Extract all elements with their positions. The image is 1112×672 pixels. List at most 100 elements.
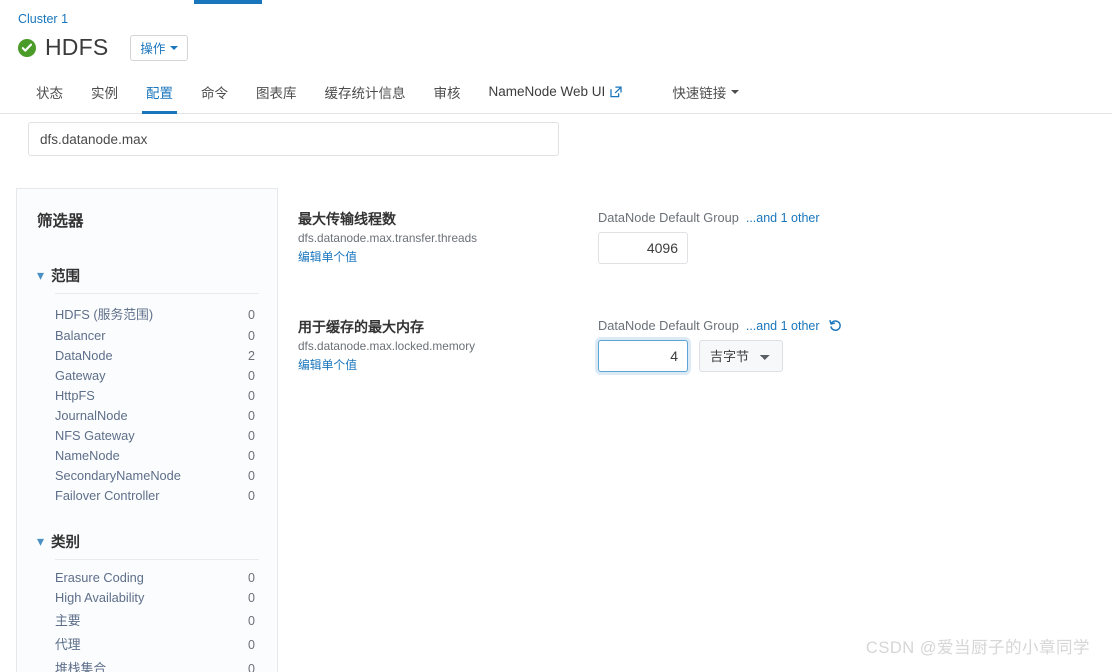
facet-count: 0 [248,328,255,343]
tab-audits-label: 审核 [433,85,461,101]
undo-circle-icon[interactable] [828,319,842,332]
list-item[interactable]: 堆栈集合 0 [37,655,259,672]
config-group-name: DataNode Default Group [598,318,739,333]
facet-label: NameNode [55,447,120,463]
edit-individual-values-link[interactable]: 编辑单个值 [298,356,357,373]
divider [55,293,259,294]
config-group-line: DataNode Default Group ...and 1 other [598,210,820,225]
filter-sidebar: 筛选器 ▾ 范围 HDFS (服务范围) 0 Balancer 0 DataNo… [16,188,278,672]
filter-section-category-title: 类别 [51,535,81,551]
tab-instances-label: 实例 [91,85,118,101]
facet-label: Erasure Coding [55,569,144,585]
chevron-down-icon: ▾ [37,532,45,549]
tab-quick-links[interactable]: 快速链接 [658,70,753,113]
search-input[interactable] [28,122,559,156]
top-nav-active-indicator [194,0,262,4]
config-group-name: DataNode Default Group [598,210,739,225]
service-title-row: HDFS 操作 [18,34,1112,61]
service-header: Cluster 1 HDFS 操作 [0,8,1112,70]
config-group-other-link[interactable]: ...and 1 other [746,211,820,225]
facet-count: 0 [248,637,255,652]
facet-count: 0 [248,307,255,322]
config-label-block: 最大传输线程数 dfs.datanode.max.transfer.thread… [298,188,598,266]
list-item[interactable]: Gateway 0 [37,365,259,385]
config-label-block: 用于缓存的最大内存 dfs.datanode.max.locked.memory… [298,296,598,374]
tab-charts-library[interactable]: 图表库 [242,70,311,113]
facet-label: JournalNode [55,407,128,423]
operations-button[interactable]: 操作 [130,34,189,61]
config-value-block: DataNode Default Group ...and 1 other 吉字… [598,296,842,372]
configuration-list: 最大传输线程数 dfs.datanode.max.transfer.thread… [298,188,1098,404]
config-property-name: dfs.datanode.max.transfer.threads [298,231,478,245]
list-item[interactable]: HttpFS 0 [37,385,259,405]
tab-instances[interactable]: 实例 [77,70,132,113]
facet-count: 0 [248,488,255,503]
facet-label: High Availability [55,589,145,605]
list-item[interactable]: NameNode 0 [37,445,259,465]
facet-label: 主要 [55,612,81,628]
facet-count: 0 [248,661,255,672]
external-link-icon [610,85,622,98]
facet-label: HDFS (服务范围) [55,306,154,322]
search-field-wrapper [28,122,559,156]
filter-section-scope-title: 范围 [51,269,81,285]
facet-label: 代理 [55,636,81,652]
tab-configuration-label: 配置 [146,85,173,101]
tab-namenode-web-ui-label: NameNode Web UI [488,84,606,99]
service-tabs: 状态 实例 配置 命令 图表库 缓存统计信息 审核 NameNode Web U… [0,70,1112,114]
facet-count: 0 [248,613,255,628]
list-item[interactable]: NFS Gateway 0 [37,425,259,445]
tab-quick-links-label: 快速链接 [672,85,727,101]
facet-label: DataNode [55,347,113,363]
config-value-input[interactable] [598,340,688,372]
chevron-down-icon [731,89,740,94]
tab-charts-library-label: 图表库 [256,85,297,101]
edit-individual-values-link[interactable]: 编辑单个值 [298,248,357,265]
facet-count: 0 [248,408,255,423]
list-item[interactable]: SecondaryNameNode 0 [37,465,259,485]
list-item[interactable]: DataNode 2 [37,345,259,365]
list-item[interactable]: 主要 0 [37,607,259,631]
filter-section-category-header[interactable]: ▾ 类别 [37,531,259,552]
tab-status[interactable]: 状态 [22,70,77,113]
config-value-line: 吉字节 [598,340,842,372]
list-item[interactable]: Erasure Coding 0 [37,567,259,587]
breadcrumb-cluster-link[interactable]: Cluster 1 [18,11,68,27]
tab-commands[interactable]: 命令 [187,70,242,113]
config-group-line: DataNode Default Group ...and 1 other [598,318,842,333]
filter-panel-title: 筛选器 [37,213,84,230]
list-item[interactable]: HDFS (服务范围) 0 [37,301,259,325]
config-unit-select[interactable]: 吉字节 [699,340,783,372]
tab-cache-statistics[interactable]: 缓存统计信息 [311,70,420,113]
list-item[interactable]: High Availability 0 [37,587,259,607]
list-item[interactable]: Failover Controller 0 [37,485,259,505]
top-nav-sliver [0,0,1112,8]
facet-label: HttpFS [55,387,95,403]
facet-label: Gateway [55,367,106,383]
facet-count: 0 [248,590,255,605]
config-row-locked-memory: 用于缓存的最大内存 dfs.datanode.max.locked.memory… [298,296,1098,374]
facet-label: 堆栈集合 [55,660,107,672]
divider [55,559,259,560]
facet-count: 0 [248,428,255,443]
facet-count: 0 [248,570,255,585]
csdn-watermark: CSDN @爱当厨子的小章同学 [865,639,1090,657]
tab-namenode-web-ui[interactable]: NameNode Web UI [475,70,637,113]
facet-count: 0 [248,448,255,463]
list-item[interactable]: Balancer 0 [37,325,259,345]
filter-section-scope-header[interactable]: ▾ 范围 [37,265,259,286]
chevron-down-icon [170,45,179,50]
config-value-block: DataNode Default Group ...and 1 other [598,188,820,264]
config-group-other-link[interactable]: ...and 1 other [746,319,820,333]
filter-scope-list: HDFS (服务范围) 0 Balancer 0 DataNode 2 Gate… [37,301,259,505]
tab-configuration[interactable]: 配置 [132,70,187,114]
tab-status-label: 状态 [36,85,63,101]
facet-count: 2 [248,348,255,363]
config-value-input[interactable] [598,232,688,264]
list-item[interactable]: 代理 0 [37,631,259,655]
filter-category-list: Erasure Coding 0 High Availability 0 主要 … [37,567,259,672]
chevron-down-icon: ▾ [37,266,45,283]
tab-commands-label: 命令 [201,85,228,101]
tab-audits[interactable]: 审核 [420,70,475,113]
list-item[interactable]: JournalNode 0 [37,405,259,425]
